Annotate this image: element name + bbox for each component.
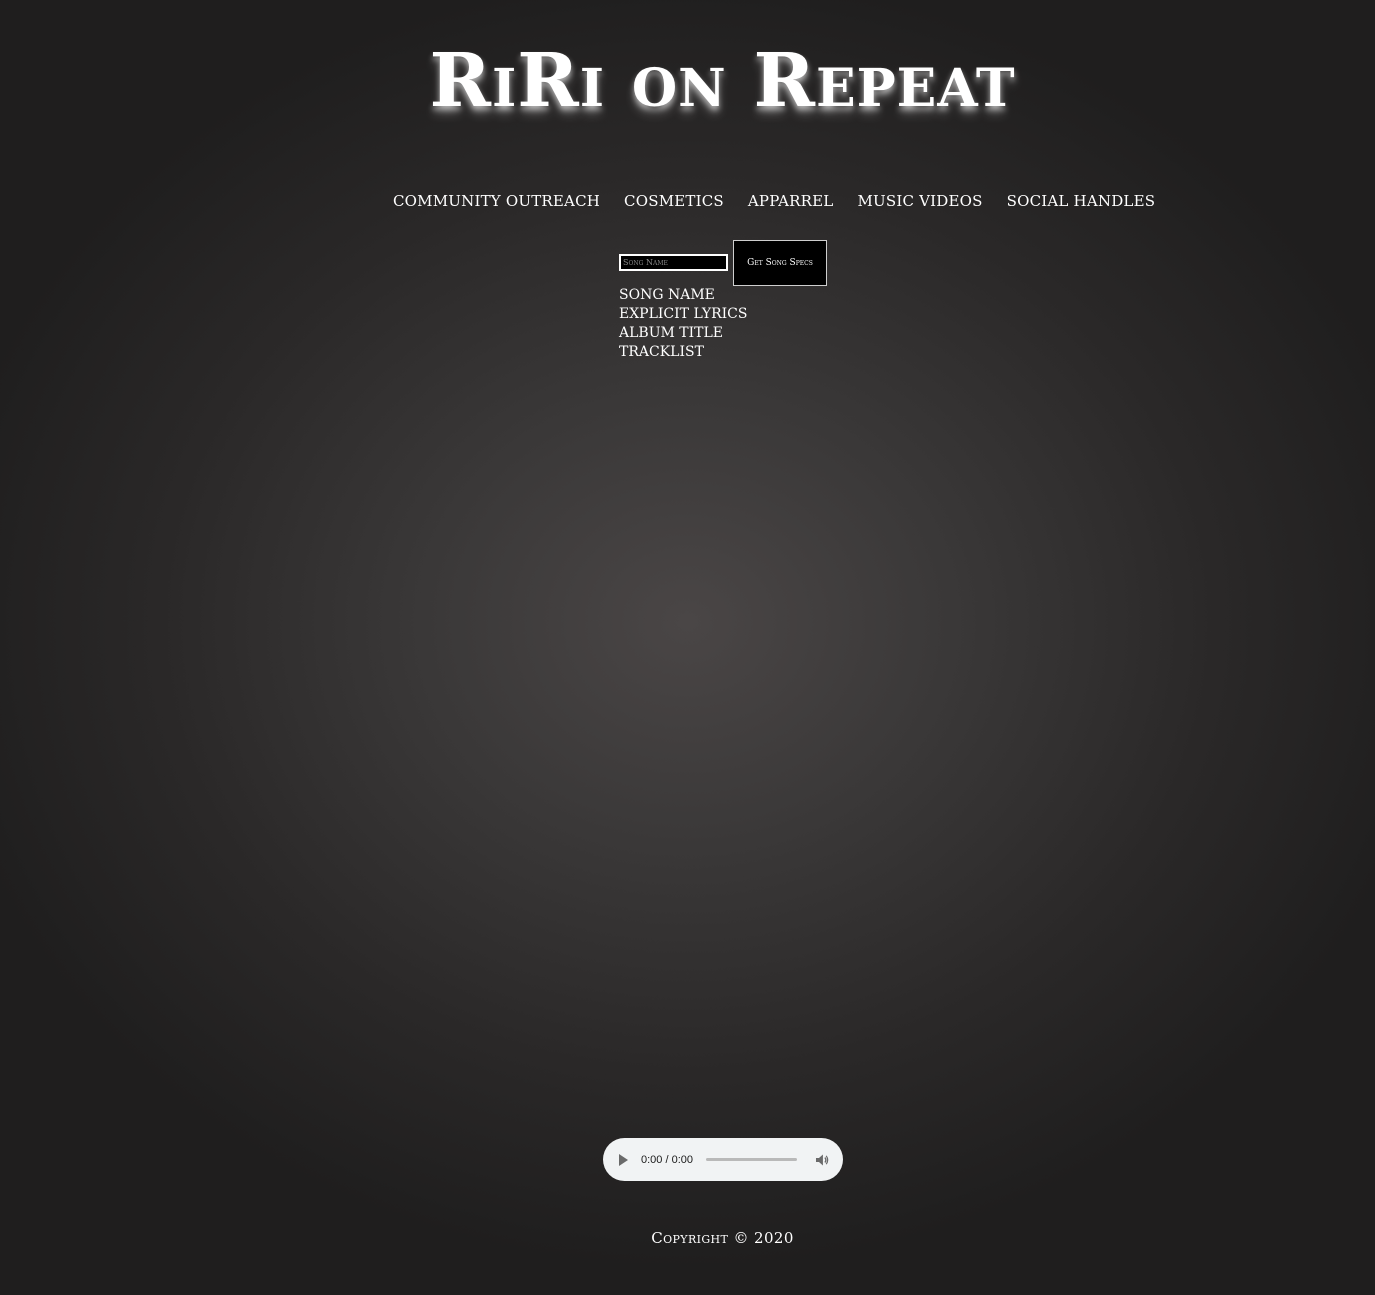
nav-apparrel[interactable]: APPARREL: [748, 192, 834, 210]
volume-icon[interactable]: [815, 1153, 829, 1167]
progress-slider[interactable]: [706, 1158, 798, 1161]
play-icon[interactable]: [619, 1153, 628, 1166]
nav-music-videos[interactable]: MUSIC VIDEOS: [857, 192, 982, 210]
site-title: RiRi on Repeat: [429, 38, 1016, 124]
main-nav: COMMUNITY OUTREACH COSMETICS APPARREL MU…: [393, 192, 1155, 210]
spec-song-name: SONG NAME: [619, 287, 715, 303]
song-name-input[interactable]: [619, 254, 728, 271]
song-specs: SONG NAME EXPLICIT LYRICS ALBUM TITLE TR…: [619, 286, 747, 362]
copyright-footer: Copyright © 2020: [651, 1229, 794, 1247]
nav-community-outreach[interactable]: COMMUNITY OUTREACH: [393, 192, 600, 210]
audio-player: 0:00 / 0:00: [603, 1138, 843, 1181]
spec-tracklist: TRACKLIST: [619, 344, 704, 360]
spec-explicit-lyrics: EXPLICIT LYRICS: [619, 306, 748, 322]
time-display: 0:00 / 0:00: [641, 1153, 693, 1166]
spec-album-title: ALBUM TITLE: [619, 325, 724, 341]
nav-social-handles[interactable]: SOCIAL HANDLES: [1007, 192, 1156, 210]
get-song-specs-button[interactable]: Get Song Specs: [733, 240, 827, 286]
nav-cosmetics[interactable]: COSMETICS: [624, 192, 724, 210]
